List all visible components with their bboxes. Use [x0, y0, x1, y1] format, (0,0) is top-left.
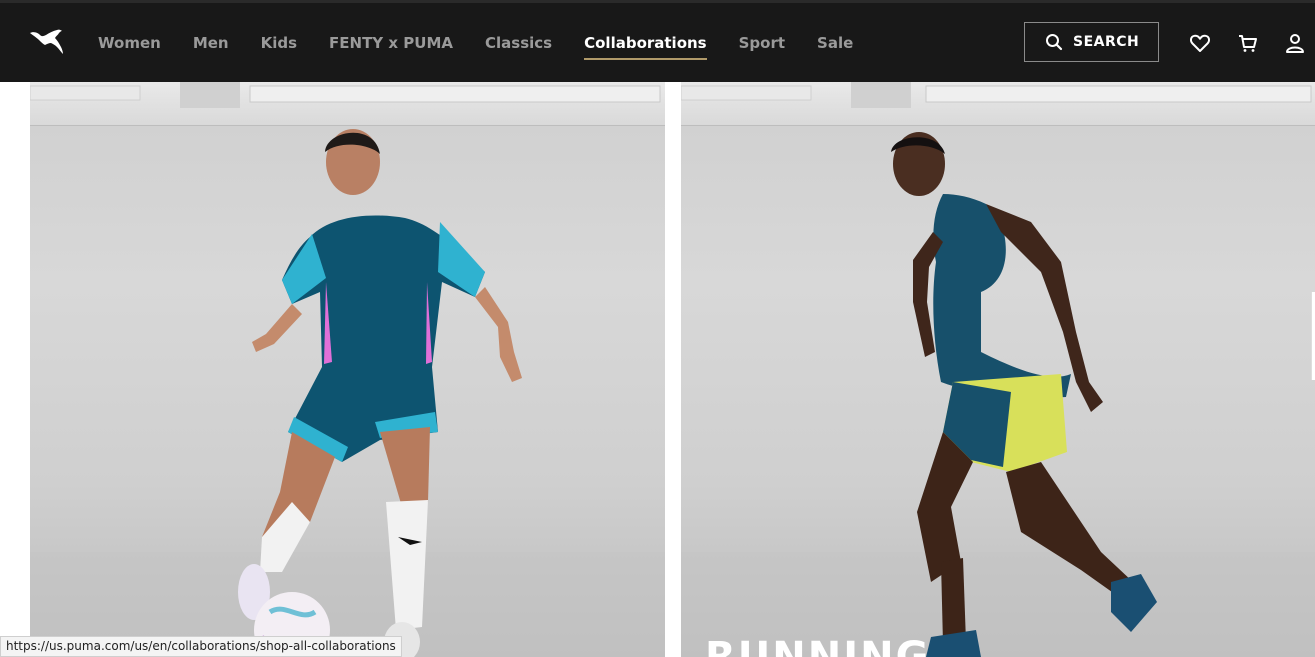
nav-classics[interactable]: Classics [485, 34, 552, 52]
category-caption: RUNNING [705, 634, 931, 657]
search-button[interactable]: SEARCH [1024, 22, 1159, 62]
search-label: SEARCH [1073, 34, 1140, 50]
main-nav: Women Men Kids FENTY x PUMA Classics Col… [98, 3, 885, 82]
site-header: Women Men Kids FENTY x PUMA Classics Col… [0, 3, 1315, 82]
nav-women[interactable]: Women [98, 34, 161, 52]
nav-fenty-x-puma[interactable]: FENTY x PUMA [329, 34, 453, 52]
football-player-illustration [30, 82, 665, 657]
nav-sport[interactable]: Sport [739, 34, 785, 52]
cart-icon[interactable] [1237, 32, 1259, 54]
nav-collaborations[interactable]: Collaborations [584, 34, 707, 60]
running-hero-image[interactable]: RUNNING [681, 82, 1315, 657]
link-status-bar: https://us.puma.com/us/en/collaborations… [0, 636, 402, 657]
nav-men[interactable]: Men [193, 34, 229, 52]
football-hero-image[interactable] [30, 82, 665, 657]
search-icon [1046, 34, 1063, 51]
user-icon[interactable] [1284, 32, 1306, 54]
puma-logo[interactable] [28, 27, 64, 57]
nav-sale[interactable]: Sale [817, 34, 853, 52]
runner-illustration [681, 82, 1315, 657]
nav-kids[interactable]: Kids [261, 34, 297, 52]
heart-icon[interactable] [1189, 32, 1211, 54]
scrollbar-handle[interactable] [1311, 292, 1315, 380]
